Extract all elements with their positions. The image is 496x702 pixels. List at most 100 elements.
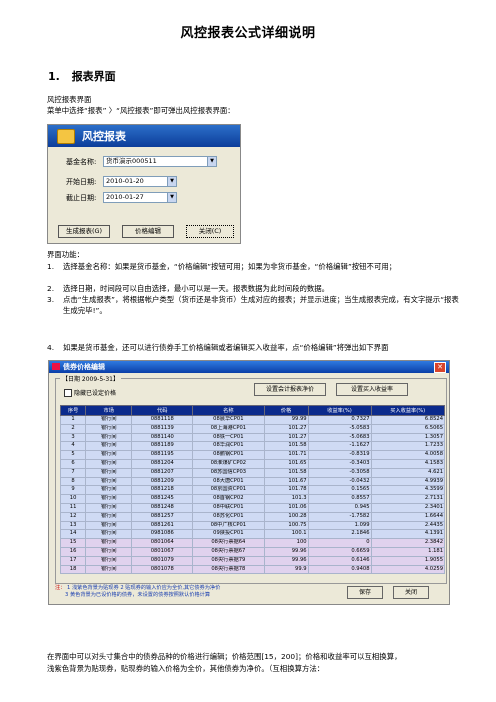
table-cell[interactable]: 101.27 — [263, 423, 309, 434]
table-cell[interactable]: 4.1391 — [370, 529, 446, 540]
table-cell[interactable]: 101.71 — [263, 450, 309, 460]
start-date-label: 开始日期: — [66, 178, 97, 186]
table-cell: 7 — [59, 467, 87, 478]
table-cell[interactable]: 101.67 — [263, 476, 309, 487]
table-cell[interactable]: 100.75 — [263, 520, 309, 531]
table-cell[interactable]: 1.7233 — [370, 441, 446, 452]
table-cell: 银行间 — [85, 476, 133, 487]
table-cell: -5.0583 — [307, 423, 372, 434]
close-button[interactable]: 关闭 — [393, 586, 429, 599]
table-cell[interactable]: 4.0058 — [370, 450, 446, 460]
hide-set-price-label: 隐藏已设定价格 — [74, 390, 117, 397]
table-cell[interactable]: 101.06 — [263, 502, 309, 513]
table-cell[interactable]: 99.96 — [263, 555, 309, 566]
table-row[interactable]: 17 银行间 0801079 08央行票据79 99.96 0.6146 1.9055 — [59, 555, 446, 566]
table-cell: 银行间 — [85, 485, 133, 496]
list-item: 4. 如果是货币基金，还可以进行债券手工价格编辑或者编辑买入收益率，点“价格编辑… — [47, 342, 467, 364]
dialog-title: 风控报表 — [82, 130, 126, 143]
table-cell: 4 — [59, 441, 87, 452]
table-cell[interactable]: 4.0259 — [370, 564, 446, 575]
table-cell: 12 — [59, 511, 87, 522]
table-cell[interactable]: 100.1 — [263, 529, 309, 540]
table-cell: 3 — [59, 432, 87, 443]
table-cell[interactable]: 2.4435 — [370, 520, 446, 531]
table-cell[interactable]: 101.58 — [263, 441, 309, 452]
end-date-field[interactable]: 2010-01-27 — [103, 192, 177, 203]
table-cell[interactable]: 99.9 — [263, 564, 309, 575]
dialog-header: 风控报表 — [48, 125, 240, 147]
table-cell[interactable]: 6.8524 — [370, 415, 446, 425]
table-row[interactable]: 12 银行间 0881257 08苏化CP01 100.28 -1.7582 1.6644 — [59, 511, 446, 522]
table-row[interactable]: 8 银行间 0881209 08大唐CP01 101.67 -0.0432 4.9939 — [59, 476, 446, 487]
table-cell[interactable]: 1.3057 — [370, 432, 446, 443]
table-cell: 8 — [59, 476, 87, 487]
chevron-down-icon[interactable]: ▼ — [167, 193, 176, 202]
generate-report-button[interactable]: 生成报表(G) — [58, 225, 110, 238]
bond-price-table: 序号 市场 代码 名称 价格 收益率(%) 买入收益率(%) 1 银行间 0881118 08晨华… — [59, 405, 446, 575]
table-cell: 11 — [59, 502, 87, 513]
table-row[interactable]: 2 银行间 0881139 08上海港CP01 101.27 -5.0583 6.5065 — [59, 423, 446, 434]
table-cell[interactable]: 2.7131 — [370, 494, 446, 504]
table-row[interactable]: 3 银行间 0881140 08铁一CP01 101.27 -5.0683 1.3057 — [59, 432, 446, 443]
table-cell[interactable]: 2.3401 — [370, 502, 446, 513]
set-buy-yield-button[interactable]: 设置买入收益率 — [336, 383, 408, 396]
table-cell: 2 — [59, 423, 87, 434]
table-cell[interactable]: 101.65 — [263, 458, 309, 469]
table-cell[interactable]: 1.9055 — [370, 555, 446, 566]
table-cell: 08晨华CP01 — [192, 415, 265, 425]
table-cell[interactable]: 101.58 — [263, 467, 309, 478]
table-cell[interactable]: 1.181 — [370, 546, 446, 557]
table-cell[interactable]: 4.9939 — [370, 476, 446, 487]
price-edit-button[interactable]: 价格编辑 — [122, 225, 174, 238]
table-row[interactable]: 16 银行间 0801067 08央行票据67 99.96 0.6659 1.181 — [59, 546, 446, 557]
column-header: 序号 — [59, 405, 87, 416]
table-row[interactable]: 7 银行间 0881207 08苏国信CP03 101.58 -0.3058 4.621 — [59, 467, 446, 478]
table-row[interactable]: 9 银行间 0881218 08京国资CP01 101.78 0.1565 4.3599 — [59, 485, 446, 496]
table-cell[interactable]: 4.621 — [370, 467, 446, 478]
table-cell: 银行间 — [85, 511, 133, 522]
fund-name-select[interactable]: 货币演示000511 — [103, 156, 217, 167]
table-row[interactable]: 4 银行间 0881189 08华润CP01 101.58 -1.1627 1.7233 — [59, 441, 446, 452]
table-cell[interactable]: 101.27 — [263, 432, 309, 443]
table-row[interactable]: 10 银行间 0881245 08首钢CP02 101.3 0.8557 2.7131 — [59, 494, 446, 504]
hide-set-price-checkbox[interactable] — [64, 389, 72, 397]
table-cell: 0881248 — [131, 502, 194, 513]
table-cell: 银行间 — [85, 441, 133, 452]
save-button[interactable]: 保存 — [347, 586, 383, 599]
table-row[interactable]: 13 银行间 0881261 08中广核CP01 100.75 1.099 2.4435 — [59, 520, 446, 531]
table-row[interactable]: 5 银行间 0881195 08鹏钢CP01 101.71 -0.8319 4.0058 — [59, 450, 446, 460]
start-date-field[interactable]: 2010-01-20 — [103, 176, 177, 187]
set-accounting-price-button[interactable]: 设置会计报表净价 — [254, 383, 326, 396]
table-row[interactable]: 11 银行间 0881248 08中联CP01 101.06 0.945 2.3401 — [59, 502, 446, 513]
table-row[interactable]: 14 银行间 0981086 09陕投CP01 100.1 2.1846 4.1391 — [59, 529, 446, 540]
table-cell[interactable]: 99.96 — [263, 546, 309, 557]
table-cell[interactable]: 99.99 — [263, 415, 309, 425]
table-cell: 08上海港CP01 — [192, 423, 265, 434]
table-row[interactable]: 1 银行间 0881118 08晨华CP01 99.99 0.7327 6.8524 — [59, 415, 446, 425]
table-cell[interactable]: 6.5065 — [370, 423, 446, 434]
table-cell: 0881139 — [131, 423, 194, 434]
table-cell[interactable]: 100 — [263, 538, 309, 548]
chevron-down-icon[interactable]: ▼ — [207, 157, 216, 166]
close-button[interactable]: 关闭(C) — [186, 225, 234, 238]
fund-name-label: 基金名称: — [66, 158, 97, 166]
table-cell: 08中广核CP01 — [192, 520, 265, 531]
table-cell: 0881207 — [131, 467, 194, 478]
table-cell[interactable]: 1.6644 — [370, 511, 446, 522]
table-cell: 银行间 — [85, 502, 133, 513]
table-cell[interactable]: 4.3599 — [370, 485, 446, 496]
table-cell[interactable]: 2.3842 — [370, 538, 446, 548]
table-cell[interactable]: 101.78 — [263, 485, 309, 496]
table-cell: 08央行票据64 — [192, 538, 265, 548]
section-title: 报表界面 — [71, 70, 116, 83]
table-cell: 18 — [59, 564, 87, 575]
table-cell[interactable]: 4.1583 — [370, 458, 446, 469]
table-row[interactable]: 6 银行间 0881204 08淮煤矿CP02 101.65 -0.3403 4.1583 — [59, 458, 446, 469]
table-cell: 0881189 — [131, 441, 194, 452]
table-row[interactable]: 15 银行间 0801064 08央行票据64 100 0 2.3842 — [59, 538, 446, 548]
table-cell: 银行间 — [85, 423, 133, 434]
table-row[interactable]: 18 银行间 0801078 08央行票据78 99.9 0.9408 4.0259 — [59, 564, 446, 575]
chevron-down-icon[interactable]: ▼ — [167, 177, 176, 186]
table-cell[interactable]: 100.28 — [263, 511, 309, 522]
table-cell[interactable]: 101.3 — [263, 494, 309, 504]
